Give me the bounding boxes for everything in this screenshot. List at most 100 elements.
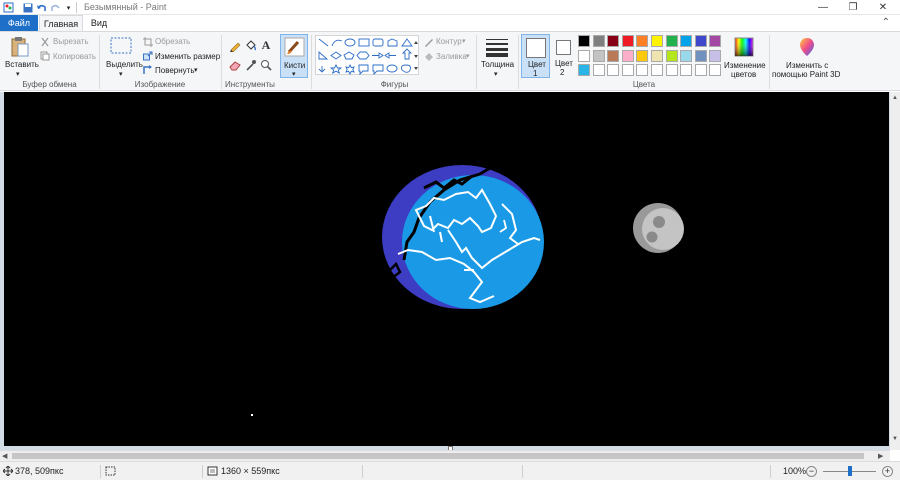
- palette-swatch[interactable]: [665, 64, 678, 76]
- canvas-size: 1360 × 559пкс: [221, 466, 280, 476]
- copy-button[interactable]: Копировать: [53, 52, 96, 62]
- fill-icon: [424, 52, 434, 62]
- palette-swatch[interactable]: [621, 64, 634, 76]
- palette-swatch[interactable]: [636, 35, 649, 47]
- paste-dropdown-icon[interactable]: ▾: [16, 70, 20, 80]
- outline-button[interactable]: Контур: [436, 37, 462, 47]
- fill-button[interactable]: Заливка: [436, 52, 467, 62]
- earth-drawing: [382, 165, 544, 309]
- cut-icon: [40, 37, 50, 47]
- paste-label[interactable]: Вставить: [5, 60, 39, 70]
- crop-button[interactable]: Обрезать: [155, 37, 190, 47]
- palette-swatch[interactable]: [694, 49, 707, 62]
- color-picker-icon[interactable]: [245, 59, 257, 71]
- palette-swatch[interactable]: [578, 49, 590, 62]
- undo-icon[interactable]: [36, 2, 47, 13]
- paint3d-icon[interactable]: [797, 37, 817, 57]
- horizontal-scroll-thumb[interactable]: [12, 453, 864, 459]
- zoom-in-icon[interactable]: +: [882, 466, 893, 477]
- palette-swatch[interactable]: [578, 35, 590, 47]
- maximize-button[interactable]: ❐: [838, 0, 868, 15]
- palette-swatch[interactable]: [592, 64, 605, 76]
- scroll-up-icon[interactable]: ▲: [892, 95, 898, 101]
- text-tool-icon[interactable]: A: [260, 38, 272, 52]
- palette-swatch[interactable]: [680, 64, 693, 76]
- status-separator: [770, 465, 771, 478]
- magnifier-icon[interactable]: [260, 59, 272, 71]
- select-dropdown-icon[interactable]: ▾: [119, 70, 123, 80]
- size-icon[interactable]: [484, 37, 510, 57]
- palette-swatch[interactable]: [607, 64, 620, 76]
- brushes-button[interactable]: Кисти ▾: [280, 34, 308, 78]
- scroll-right-icon[interactable]: ▶: [878, 452, 883, 460]
- select-icon[interactable]: [110, 37, 132, 55]
- rotate-dropdown-icon[interactable]: ▾: [194, 66, 198, 76]
- color1-button[interactable]: Цвет 1: [521, 34, 550, 78]
- shapes-gallery[interactable]: [315, 35, 419, 76]
- palette-swatch[interactable]: [651, 64, 663, 76]
- palette-swatch[interactable]: [709, 64, 722, 76]
- palette-swatch[interactable]: [621, 35, 634, 47]
- palette-swatch[interactable]: [636, 49, 649, 62]
- minimize-button[interactable]: —: [808, 0, 838, 15]
- resize-button[interactable]: Изменить размер: [155, 52, 220, 62]
- palette-swatch[interactable]: [592, 35, 605, 47]
- resize-icon: [143, 51, 153, 61]
- tab-home[interactable]: Главная: [39, 15, 83, 32]
- fill-dropdown-icon[interactable]: ▾: [466, 52, 470, 62]
- crop-icon: [143, 37, 153, 47]
- redo-icon[interactable]: [50, 2, 61, 13]
- eraser-icon[interactable]: [229, 59, 241, 71]
- pencil-icon[interactable]: [229, 40, 241, 52]
- cut-button[interactable]: Вырезать: [53, 37, 89, 47]
- palette-swatch[interactable]: [621, 49, 634, 62]
- palette-swatch[interactable]: [709, 35, 722, 47]
- palette-swatch[interactable]: [607, 49, 620, 62]
- palette-swatch[interactable]: [651, 49, 663, 62]
- scroll-left-icon[interactable]: ◀: [2, 452, 7, 460]
- paint3d-label-2[interactable]: помощью Paint 3D: [772, 70, 840, 80]
- vertical-scrollbar[interactable]: ▲ ▼: [890, 92, 900, 450]
- status-separator: [362, 465, 363, 478]
- palette-swatch[interactable]: [694, 64, 707, 76]
- shapes-group-label: Фигуры: [380, 80, 409, 89]
- outline-dropdown-icon[interactable]: ▾: [462, 37, 466, 47]
- zoom-out-icon[interactable]: −: [806, 466, 817, 477]
- customize-qat-icon[interactable]: ▾: [63, 2, 74, 13]
- palette-swatch[interactable]: [694, 35, 707, 47]
- collapse-ribbon-icon[interactable]: ⌃: [882, 17, 890, 28]
- rotate-button[interactable]: Повернуть: [155, 66, 195, 76]
- status-separator: [100, 465, 101, 478]
- horizontal-scrollbar[interactable]: ◀ ▶: [0, 450, 890, 461]
- select-button[interactable]: Выделить: [106, 60, 143, 70]
- size-dropdown-icon[interactable]: ▾: [494, 70, 498, 80]
- paste-icon[interactable]: [9, 36, 31, 58]
- color2-button[interactable]: Цвет 2: [553, 34, 575, 78]
- fill-bucket-icon[interactable]: [245, 40, 257, 52]
- palette-swatch[interactable]: [680, 35, 693, 47]
- palette-swatch[interactable]: [651, 35, 663, 47]
- palette-swatch[interactable]: [680, 49, 693, 62]
- drawing-canvas[interactable]: [4, 92, 889, 446]
- edit-colors-icon[interactable]: [734, 37, 754, 57]
- save-icon[interactable]: [22, 2, 33, 13]
- close-button[interactable]: ✕: [868, 0, 898, 15]
- zoom-slider-thumb[interactable]: [848, 466, 852, 476]
- palette-swatch[interactable]: [592, 49, 605, 62]
- title-separator: [76, 2, 77, 13]
- palette-swatch[interactable]: [578, 64, 590, 76]
- tab-file[interactable]: Файл: [0, 15, 38, 31]
- canvas-drawing: [251, 165, 684, 416]
- edit-colors-label-2[interactable]: цветов: [731, 70, 756, 80]
- palette-swatch[interactable]: [665, 35, 678, 47]
- size-label[interactable]: Толщина: [481, 60, 514, 70]
- palette-swatch[interactable]: [636, 64, 649, 76]
- brushes-dropdown-icon: ▾: [292, 71, 296, 78]
- tab-view[interactable]: Вид: [86, 15, 112, 31]
- status-separator: [522, 465, 523, 478]
- scroll-down-icon[interactable]: ▼: [892, 436, 898, 442]
- palette-swatch[interactable]: [607, 35, 620, 47]
- palette-swatch[interactable]: [709, 49, 722, 62]
- group-separator: [769, 35, 770, 89]
- palette-swatch[interactable]: [665, 49, 678, 62]
